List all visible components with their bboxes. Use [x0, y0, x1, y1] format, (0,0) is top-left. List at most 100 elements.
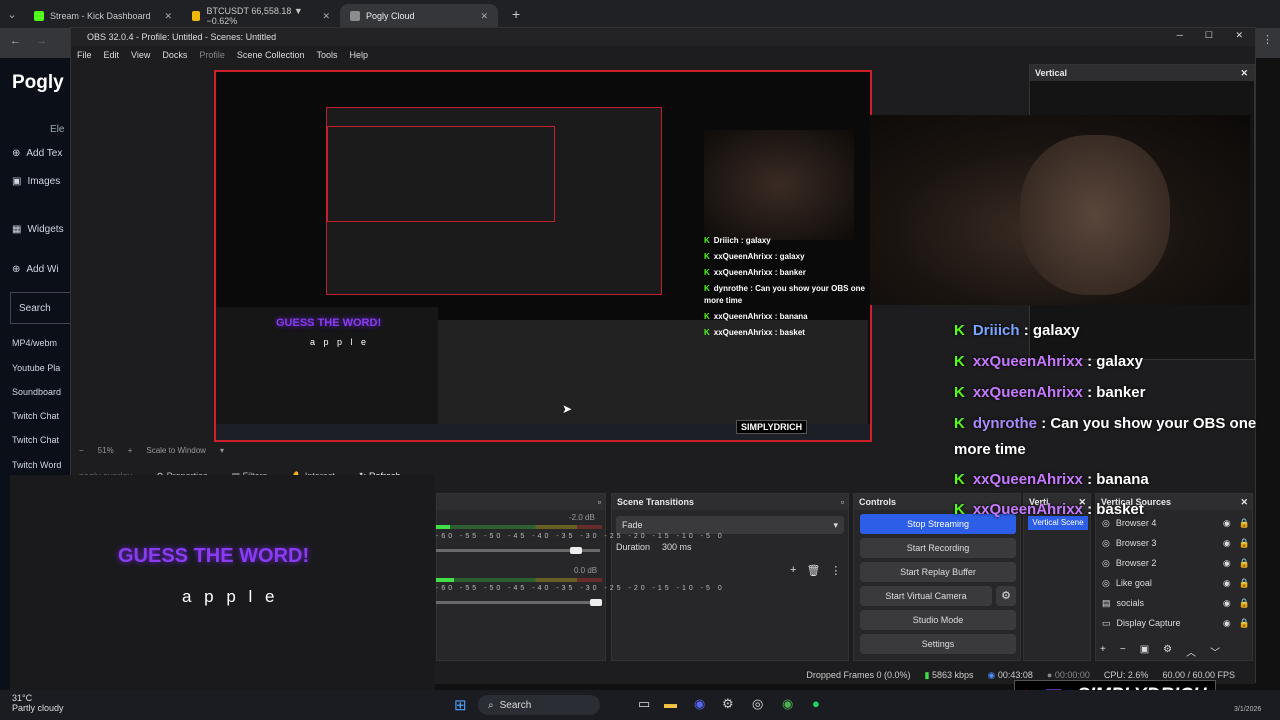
- duration-input[interactable]: 300 ms: [658, 538, 844, 556]
- move-up-icon[interactable]: ︿: [1186, 644, 1196, 659]
- chat-username: Driiich: [713, 236, 739, 245]
- eye-icon[interactable]: ◉: [1223, 558, 1231, 569]
- start-virtual-camera-button[interactable]: Start Virtual Camera: [860, 586, 992, 606]
- menu-docks[interactable]: Docks: [162, 50, 187, 60]
- close-icon[interactable]: ✕: [1240, 497, 1248, 508]
- back-arrow-icon[interactable]: ←: [10, 35, 21, 47]
- menu-file[interactable]: File: [77, 50, 92, 60]
- chat-message: : basket: [774, 328, 805, 337]
- start-recording-button[interactable]: Start Recording: [860, 538, 1016, 558]
- more-icon[interactable]: ⋮: [830, 564, 841, 577]
- pogly-list-item[interactable]: Youtube Pla: [12, 363, 60, 373]
- close-tab-icon[interactable]: ✕: [322, 11, 330, 22]
- spotify-icon[interactable]: ●: [812, 696, 820, 711]
- settings-button[interactable]: Settings: [860, 634, 1016, 654]
- tab-btcusdt[interactable]: BTCUSDT 66,558.18 ▼ −0.62% ✕: [182, 4, 340, 28]
- gear-icon[interactable]: ⚙: [1163, 644, 1172, 659]
- pogly-list-item[interactable]: Soundboard: [12, 387, 61, 397]
- menu-scene-collection[interactable]: Scene Collection: [237, 50, 305, 60]
- zoom-plus-icon[interactable]: +: [128, 446, 133, 460]
- source-row[interactable]: ◎ Browser 2 ◉ 🔒: [1102, 554, 1250, 572]
- trash-icon[interactable]: 🗑: [806, 564, 820, 577]
- kick-icon: K: [954, 415, 965, 432]
- add-icon[interactable]: +: [1100, 644, 1106, 659]
- transition-select[interactable]: Fade ▾: [616, 516, 844, 534]
- widgets-label: Widgets: [27, 224, 64, 235]
- menu-profile[interactable]: Profile: [199, 50, 225, 60]
- eye-icon[interactable]: ◉: [1223, 538, 1231, 549]
- pogly-list-item[interactable]: MP4/webm: [12, 338, 57, 348]
- add-icon[interactable]: +: [790, 564, 796, 577]
- browser-menu-icon[interactable]: ⋮: [1262, 33, 1273, 46]
- float-icon[interactable]: ▫: [841, 497, 844, 507]
- task-view-icon[interactable]: ▭: [638, 696, 650, 712]
- new-tab-button[interactable]: +: [512, 6, 520, 22]
- tab-kick-dashboard[interactable]: Stream - Kick Dashboard ✕: [24, 4, 182, 28]
- move-down-icon[interactable]: ﹀: [1210, 644, 1220, 659]
- gear-icon[interactable]: ⚙: [996, 586, 1016, 606]
- fps: 60.00 / 60.00 FPS: [1162, 670, 1235, 680]
- source-row[interactable]: ◎ Browser 3 ◉ 🔒: [1102, 534, 1250, 552]
- file-explorer-icon[interactable]: ▬: [664, 696, 677, 711]
- add-widget-label: Add Wi: [26, 264, 59, 275]
- maximize-icon[interactable]: ☐: [1205, 30, 1213, 41]
- menu-view[interactable]: View: [131, 50, 150, 60]
- dropped-frames: Dropped Frames 0 (0.0%): [806, 670, 911, 680]
- guess-word: a p p l e: [182, 587, 279, 606]
- minimize-icon[interactable]: ─: [1177, 30, 1183, 40]
- add-widget-button[interactable]: ⊕ Add Wi: [12, 264, 59, 275]
- forward-arrow-icon[interactable]: →: [36, 35, 47, 47]
- studio-mode-button[interactable]: Studio Mode: [860, 610, 1016, 630]
- lock-icon[interactable]: 🔒: [1239, 558, 1250, 569]
- vertical-title: Vertical: [1035, 68, 1068, 78]
- filters-icon[interactable]: ▣: [1140, 644, 1149, 659]
- close-tab-icon[interactable]: ✕: [480, 11, 488, 22]
- obs-preview[interactable]: GUESS THE WORD! a p p l e K Driiich : gal…: [214, 70, 872, 442]
- close-icon[interactable]: ✕: [1235, 30, 1243, 41]
- volume-slider[interactable]: [436, 601, 600, 604]
- chevron-down-icon[interactable]: ▾: [220, 446, 224, 460]
- source-row[interactable]: ◎ Like goal ◉ 🔒: [1102, 574, 1250, 592]
- chrome-icon[interactable]: ◉: [782, 696, 793, 712]
- weather-widget[interactable]: 31°C Partly cloudy: [12, 693, 64, 713]
- tab-pogly-cloud[interactable]: Pogly Cloud ✕: [340, 4, 498, 28]
- pogly-list-item[interactable]: Twitch Chat: [12, 435, 59, 445]
- lock-icon[interactable]: 🔒: [1239, 618, 1250, 629]
- source-row[interactable]: ▤ socials ◉ 🔒: [1102, 594, 1250, 612]
- discord-icon[interactable]: ◉: [694, 696, 705, 712]
- windows-start-icon[interactable]: ⊞: [454, 696, 467, 714]
- pogly-list-item[interactable]: Twitch Word: [12, 460, 61, 470]
- obs-icon[interactable]: ◎: [752, 696, 763, 712]
- image-icon: ▣: [12, 176, 22, 187]
- pogly-list-item[interactable]: Twitch Chat: [12, 411, 59, 421]
- volume-knob[interactable]: [570, 547, 582, 554]
- eye-icon[interactable]: ◉: [1223, 518, 1231, 529]
- float-icon[interactable]: ▫: [598, 497, 601, 507]
- widgets-button[interactable]: ▦ Widgets: [12, 224, 64, 235]
- menu-tools[interactable]: Tools: [316, 50, 337, 60]
- scale-mode[interactable]: Scale to Window: [146, 446, 206, 460]
- eye-icon[interactable]: ◉: [1223, 598, 1231, 609]
- close-icon[interactable]: ✕: [1240, 68, 1248, 79]
- source-row[interactable]: ▭ Display Capture ◉ 🔒: [1102, 614, 1250, 632]
- volume-knob[interactable]: [590, 599, 602, 606]
- lock-icon[interactable]: 🔒: [1239, 578, 1250, 589]
- lock-icon[interactable]: 🔒: [1239, 538, 1250, 549]
- steam-icon[interactable]: ⚙: [722, 696, 734, 712]
- pogly-search-input[interactable]: Search: [10, 292, 72, 324]
- close-tab-icon[interactable]: ✕: [164, 11, 172, 22]
- eye-icon[interactable]: ◉: [1223, 578, 1231, 589]
- menu-edit[interactable]: Edit: [104, 50, 120, 60]
- start-replay-buffer-button[interactable]: Start Replay Buffer: [860, 562, 1016, 582]
- vertical-scene-item[interactable]: Vertical Scene: [1028, 516, 1088, 530]
- zoom-minus-icon[interactable]: −: [79, 446, 84, 460]
- images-button[interactable]: ▣ Images: [12, 176, 60, 187]
- remove-icon[interactable]: −: [1120, 644, 1126, 659]
- menu-help[interactable]: Help: [349, 50, 368, 60]
- add-text-button[interactable]: ⊕ Add Tex: [12, 148, 62, 159]
- tab-list-icon[interactable]: ⌄: [0, 8, 24, 21]
- lock-icon[interactable]: 🔒: [1239, 598, 1250, 609]
- lock-icon[interactable]: 🔒: [1239, 518, 1250, 529]
- taskbar-search[interactable]: ⌕ Search: [478, 695, 600, 715]
- eye-icon[interactable]: ◉: [1223, 618, 1231, 629]
